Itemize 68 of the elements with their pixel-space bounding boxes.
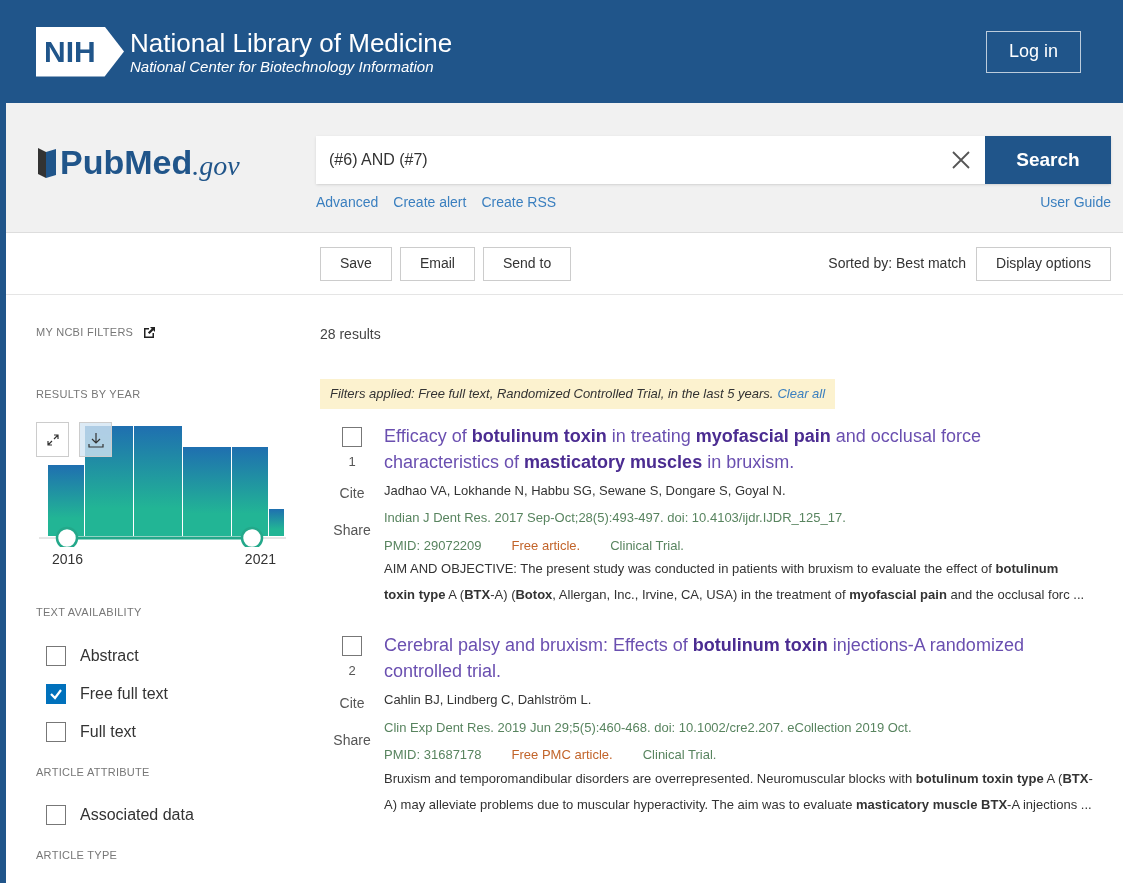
search-option-link[interactable]: Create alert	[393, 192, 467, 213]
publication-type: Clinical Trial.	[642, 746, 717, 764]
section-heading: ARTICLE ATTRIBUTE	[36, 764, 151, 780]
share-link[interactable]: Share	[333, 729, 371, 751]
download-icon	[87, 431, 104, 448]
checkbox[interactable]	[342, 426, 362, 447]
abstract-snippet: Bruxism and temporomandibular disorders are overrepresented. Neuromuscular blocks with botulinum toxin type A (BTX-A) may alleviate problems due to muscular hyperactivity. The aim was to evaluate masticatory muscle BTX-A injections ...	[384, 769, 1093, 814]
checkbox[interactable]	[46, 721, 66, 742]
filter-label[interactable]: Abstract	[80, 643, 139, 668]
book-icon	[36, 145, 58, 180]
filter-label[interactable]: Free full text	[80, 681, 169, 706]
pubmed-logo-suffix[interactable]: .gov	[192, 144, 240, 187]
pmid: PMID: 29072209	[384, 536, 482, 555]
share-link[interactable]: Share	[333, 520, 371, 541]
clear-icon[interactable]	[952, 151, 970, 169]
year-label: 2021	[244, 550, 276, 569]
citation: Clin Exp Dent Res. 2019 Jun 29;5(5):460-468. doi: 10.1002/cre2.207. eCollection 2019 Oct.	[384, 718, 913, 737]
cite-link[interactable]: Cite	[339, 692, 365, 714]
search-field[interactable]: (#6) AND (#7)	[316, 136, 937, 184]
section-heading: RESULTS BY YEAR	[36, 386, 142, 402]
author-list: Cahlin BJ, Lindberg C, Dahlström L.	[384, 690, 1093, 710]
abstract-snippet: AIM AND OBJECTIVE: The present study was conducted in patients with bruxism to evaluate the effect of botulinum toxin type A (BTX-A) (Botox, Allergan, Inc., Irvine, CA, USA) in the treatment of myofascial pain and the occlusal forc ...	[384, 560, 1086, 604]
expand-icon	[46, 433, 59, 446]
search-option-link[interactable]: Advanced	[316, 192, 379, 213]
result-count: 28 results	[320, 325, 382, 344]
range-handle[interactable]	[240, 526, 264, 547]
publication-type: Clinical Trial.	[610, 536, 684, 555]
result-number: 2	[348, 662, 356, 680]
pmid: PMID: 31687178	[384, 746, 482, 764]
histogram-bar[interactable]	[232, 447, 268, 536]
download-button[interactable]	[79, 422, 112, 457]
nih-logo[interactable]: NIH	[36, 26, 124, 77]
section-heading: MY NCBI FILTERS	[36, 325, 134, 340]
site-title[interactable]: National Library of Medicine	[130, 27, 453, 58]
checkbox[interactable]	[46, 683, 66, 704]
checkbox[interactable]	[46, 645, 66, 666]
range-handle[interactable]	[55, 526, 79, 547]
year-label: 2016	[52, 550, 84, 569]
login-button[interactable]: Log in	[985, 30, 1081, 73]
toolbar-button[interactable]: Email	[399, 246, 475, 281]
author-list: Jadhao VA, Lokhande N, Habbu SG, Sewane S, Dongare S, Goyal N.	[384, 480, 1093, 500]
external-link-icon[interactable]	[143, 325, 157, 339]
user-guide-link[interactable]: User Guide	[1040, 192, 1111, 213]
toolbar-button[interactable]: Send to	[482, 246, 572, 281]
article-title[interactable]: Cerebral palsy and bruxism: Effects of botulinum toxin injections-A randomized controlled trial.	[384, 632, 1093, 684]
filter-label[interactable]: Associated data	[80, 803, 194, 827]
free-article-label: Free PMC article.	[511, 746, 613, 764]
histogram-bar[interactable]	[48, 465, 84, 536]
sort-label: Sorted by: Best match	[828, 254, 967, 273]
filters-text: Filters applied: Free full text, Randomized Controlled Trial, in the last 5 years.	[330, 385, 774, 403]
cite-link[interactable]: Cite	[339, 483, 365, 504]
display-options-button[interactable]: Display options	[976, 246, 1111, 281]
checkbox[interactable]	[342, 636, 362, 656]
search-button[interactable]: Search	[985, 136, 1111, 184]
section-heading: TEXT AVAILABILITY	[36, 605, 143, 620]
pubmed-logo[interactable]: PubMed	[60, 137, 193, 188]
citation: Indian J Dent Res. 2017 Sep-Oct;28(5):493-497. doi: 10.4103/ijdr.IJDR_125_17.	[384, 509, 847, 527]
expand-button[interactable]	[36, 422, 69, 457]
section-heading: ARTICLE TYPE	[36, 848, 119, 863]
article-title[interactable]: Efficacy of botulinum toxin in treating myofascial pain and occlusal force characteristics of masticatory muscles in bruxism.	[384, 422, 1093, 475]
clear-all-link[interactable]: Clear all	[777, 384, 826, 404]
search-option-link[interactable]: Create RSS	[481, 192, 557, 213]
result-number: 1	[348, 452, 356, 471]
free-article-label: Free article.	[511, 536, 581, 555]
filter-label[interactable]: Full text	[80, 719, 136, 744]
toolbar-button[interactable]: Save	[320, 246, 392, 281]
site-subtitle: National Center for Biotechnology Information	[130, 57, 435, 76]
checkbox[interactable]	[46, 805, 66, 825]
